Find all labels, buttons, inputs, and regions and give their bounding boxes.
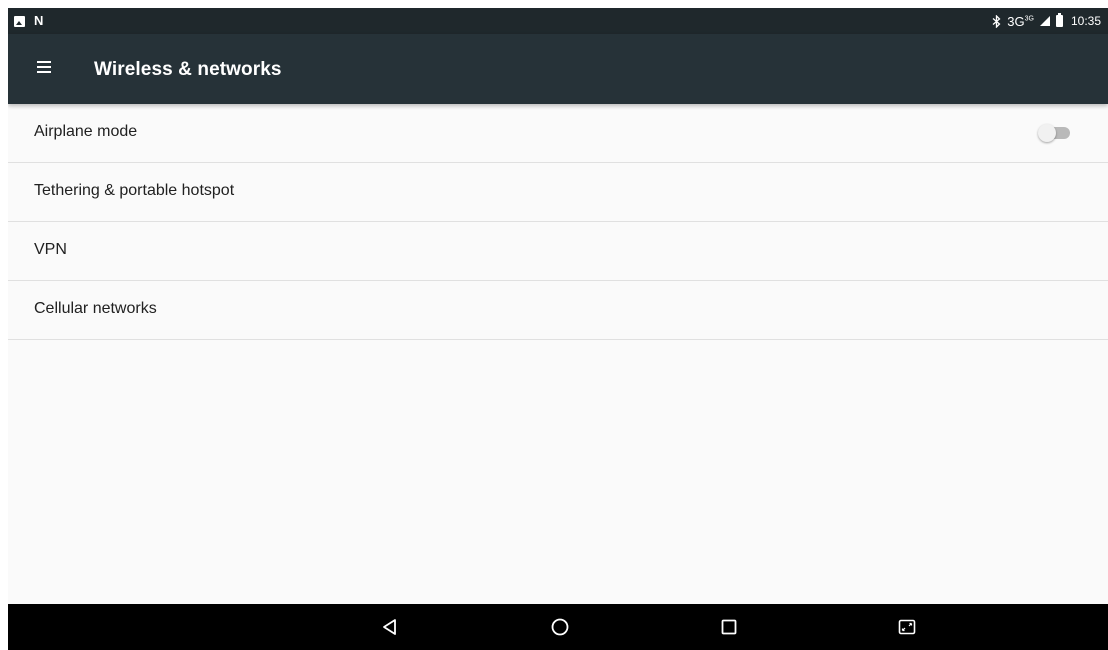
back-icon[interactable] <box>370 604 410 650</box>
home-icon[interactable] <box>540 604 580 650</box>
hamburger-menu-icon[interactable] <box>34 58 54 78</box>
settings-item-label: VPN <box>34 241 67 258</box>
settings-item-label: Tethering & portable hotspot <box>34 182 235 199</box>
screen: N 3G3G 10:35 Wireless & networks Airplan… <box>8 8 1108 650</box>
settings-item-vpn[interactable]: VPN <box>8 222 1108 281</box>
screenshot-icon[interactable] <box>887 604 927 650</box>
settings-item-airplane-mode[interactable]: Airplane mode <box>8 104 1108 163</box>
settings-item-cellular-networks[interactable]: Cellular networks <box>8 281 1108 340</box>
toggle-thumb <box>1038 124 1056 142</box>
n-notification-icon: N <box>34 13 44 28</box>
signal-icon <box>1039 16 1050 26</box>
settings-list: Airplane mode Tethering & portable hotsp… <box>8 104 1108 340</box>
navigation-bar <box>8 604 1108 650</box>
settings-item-label: Airplane mode <box>34 123 138 140</box>
recents-icon[interactable] <box>709 604 749 650</box>
status-bar: N 3G3G 10:35 <box>8 8 1108 34</box>
status-time: 10:35 <box>1070 14 1101 28</box>
app-bar: Wireless & networks <box>8 34 1108 104</box>
page-title: Wireless & networks <box>94 59 282 80</box>
settings-item-label: Cellular networks <box>34 300 157 317</box>
image-notification-icon <box>14 15 25 27</box>
network-type-label: 3G3G <box>1007 13 1034 29</box>
status-left-icons: N <box>14 14 43 28</box>
airplane-mode-toggle[interactable] <box>1038 124 1072 142</box>
bluetooth-icon <box>992 14 1001 28</box>
settings-item-tethering[interactable]: Tethering & portable hotspot <box>8 163 1108 222</box>
status-right-icons: 3G3G 10:35 <box>992 8 1101 34</box>
battery-icon <box>1055 13 1063 27</box>
